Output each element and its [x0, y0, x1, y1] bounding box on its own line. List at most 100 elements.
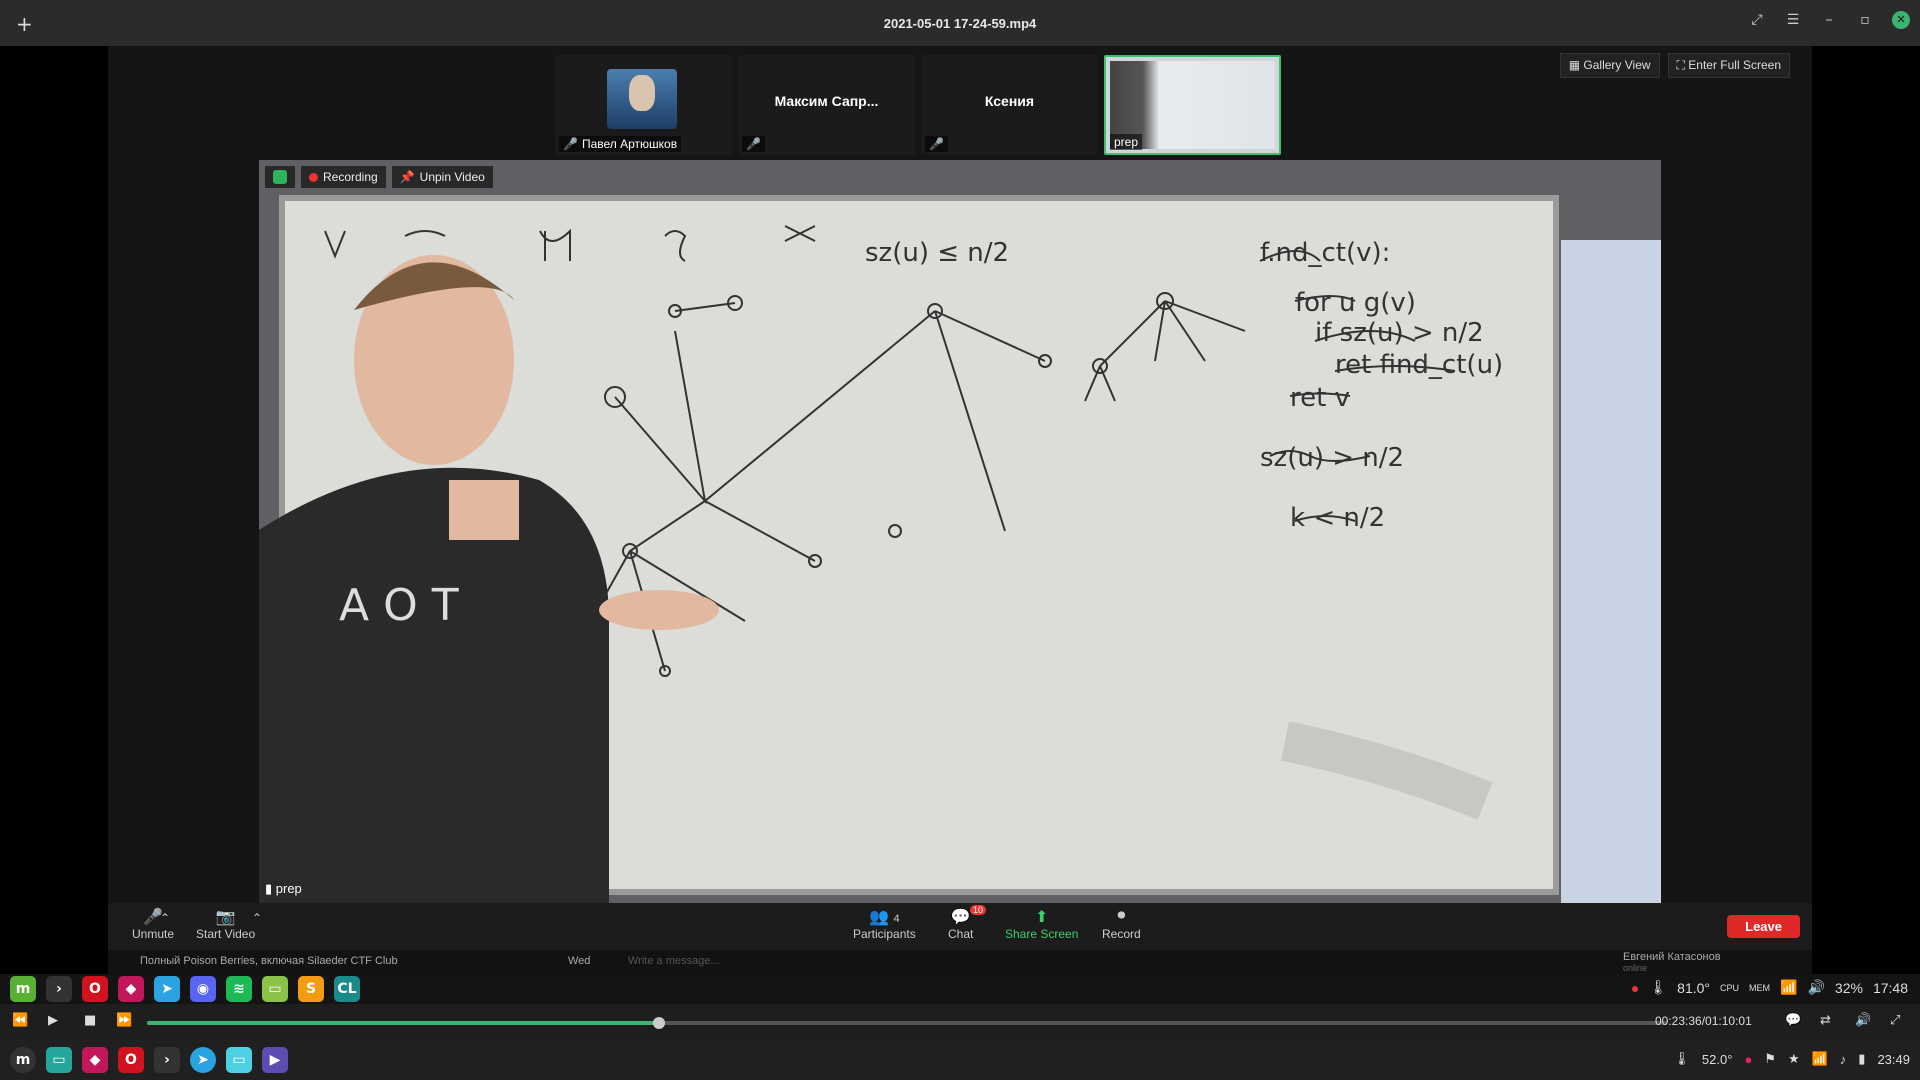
video-off-icon: 📷	[215, 909, 236, 926]
fullscreen-icon: ⛶	[1676, 58, 1689, 72]
record-dot-icon	[309, 172, 318, 182]
sublime-icon[interactable]: S	[298, 976, 324, 1002]
record-icon: ⏺	[1117, 907, 1126, 924]
mem-monitor[interactable]: MEM	[1749, 983, 1770, 993]
maximize-icon[interactable]: ▫	[1856, 12, 1874, 28]
start-video-button[interactable]: 📷 Start Video	[196, 907, 255, 941]
subtitles-icon[interactable]: 💬	[1785, 1013, 1801, 1028]
presenter: A O T	[259, 255, 719, 903]
participant-name: Максим Сапр...	[774, 93, 879, 109]
wall	[1561, 240, 1661, 903]
participant-tile[interactable]: Максим Сапр... 🎤	[738, 55, 915, 155]
svg-text:k < n/2: k < n/2	[1290, 503, 1385, 533]
view-buttons: ▦ Gallery View ⛶ Enter Full Screen	[1559, 53, 1790, 78]
star-icon[interactable]: ★	[1788, 1051, 1800, 1067]
close-icon[interactable]: ✕	[1892, 11, 1910, 29]
temperature-icon: 🌡	[1673, 1051, 1690, 1066]
gallery-view-button[interactable]: ▦ Gallery View	[1559, 53, 1660, 78]
battery-value[interactable]: 32%	[1835, 980, 1863, 996]
pin-icon: 📌	[399, 170, 415, 184]
window-titlebar: + 2021-05-01 17-24-59.mp4 ⤢ ☰ – ▫ ✕	[0, 0, 1920, 46]
flag-icon[interactable]: ⚑	[1764, 1051, 1776, 1067]
opera-icon[interactable]: O	[118, 1047, 144, 1073]
seek-bar[interactable]	[147, 1017, 1667, 1029]
grid-icon: ▦	[1568, 58, 1584, 72]
music-icon[interactable]: ♪	[1840, 1052, 1847, 1067]
mint-menu-icon[interactable]: m	[10, 976, 36, 1002]
rewind-icon[interactable]: ⏪	[12, 1013, 28, 1028]
volume-icon[interactable]: 🔊	[1855, 1013, 1871, 1028]
play-icon[interactable]: ▶	[48, 1013, 58, 1028]
svg-text:if sz(u) > n/2: if sz(u) > n/2	[1315, 318, 1484, 348]
playback-time: 00:23:36/01:10:01	[1655, 1014, 1752, 1028]
media-player-bar: ⏪ ▶ ■ ⏩ 00:23:36/01:10:01 💬 ⇄ 🔊 ⤢	[0, 1004, 1920, 1040]
unpin-video-button[interactable]: 📌 Unpin Video	[391, 166, 493, 188]
contact-status: online	[1623, 963, 1648, 973]
terminal-icon[interactable]: ›	[154, 1047, 180, 1073]
seek-knob[interactable]	[653, 1017, 666, 1029]
folder-icon[interactable]: ▭	[226, 1047, 252, 1073]
telegram-icon[interactable]: ➤	[190, 1047, 216, 1073]
window-title: 2021-05-01 17-24-59.mp4	[883, 15, 1037, 31]
svg-text:f.nd_ct(v):: f.nd_ct(v):	[1260, 238, 1390, 268]
temperature-value: 52.0°	[1701, 1051, 1733, 1067]
files-icon[interactable]: ▭	[262, 976, 288, 1002]
menu-icon[interactable]: ☰	[1784, 12, 1802, 28]
share-screen-button[interactable]: ⬆ Share Screen	[1005, 907, 1078, 941]
location-icon[interactable]: ●	[1631, 980, 1639, 996]
telegram-icon[interactable]: ➤	[154, 976, 180, 1002]
svg-text:sz(u) ≤ n/2: sz(u) ≤ n/2	[865, 238, 1009, 268]
new-tab-icon[interactable]: +	[16, 12, 33, 36]
participant-strip: 🎤 Павел Артюшков Максим Сапр... 🎤 Ксения …	[555, 55, 1281, 155]
security-shield[interactable]	[265, 166, 295, 188]
video-options-caret[interactable]: ⌃	[252, 911, 262, 925]
audio-options-caret[interactable]: ⌃	[160, 911, 170, 925]
recording-indicator[interactable]: Recording	[301, 166, 386, 188]
fast-forward-icon[interactable]: ⏩	[116, 1013, 132, 1028]
shuffle-icon[interactable]: ⇄	[1820, 1013, 1831, 1028]
message-input[interactable]: Write a message...	[628, 955, 720, 967]
mic-muted-icon: 🎤	[746, 137, 761, 151]
participant-tile[interactable]: 🎤 Павел Артюшков	[555, 55, 732, 155]
speaker-label: ▮ prep	[265, 881, 302, 896]
jetbrains-icon[interactable]: ◆	[82, 1047, 108, 1073]
mic-muted-icon: 🎤	[929, 137, 944, 151]
participant-tile-active[interactable]: prep	[1104, 55, 1281, 155]
clock[interactable]: 17:48	[1873, 980, 1908, 996]
temperature-value: 81.0°	[1677, 979, 1711, 996]
record-button[interactable]: ⏺ Record	[1102, 907, 1141, 941]
stop-icon[interactable]: ■	[84, 1013, 96, 1028]
svg-text:for u g(v): for u g(v)	[1295, 288, 1416, 318]
network-icon[interactable]: 📶	[1780, 979, 1797, 996]
participant-name: prep	[1114, 135, 1139, 149]
participant-tile[interactable]: Ксения 🎤	[921, 55, 1098, 155]
bottom-taskbar: m ▭ ◆ O › ➤ ▭ ▶ 🌡 52.0° ● ⚑ ★ 📶 ♪ ▮ 23:4…	[0, 1040, 1920, 1080]
enter-full-screen-button[interactable]: ⛶ Enter Full Screen	[1667, 53, 1790, 78]
minimize-icon[interactable]: –	[1820, 12, 1838, 28]
jetbrains-icon[interactable]: ◆	[118, 976, 144, 1002]
wifi-icon[interactable]: 📶	[1812, 1051, 1828, 1067]
mint-menu-icon[interactable]: m	[10, 1047, 36, 1073]
discord-icon[interactable]: ◉	[190, 976, 216, 1002]
clion-icon[interactable]: CL	[334, 976, 360, 1002]
participants-button[interactable]: 👥 4 Participants	[853, 907, 916, 941]
chat-badge: 10	[970, 905, 987, 915]
seek-bar-fill	[147, 1021, 660, 1025]
clock[interactable]: 23:49	[1877, 1052, 1910, 1067]
meeting-info-bar: Recording 📌 Unpin Video	[265, 166, 493, 188]
leave-button[interactable]: Leave	[1727, 915, 1800, 938]
media-player-icon[interactable]: ▶	[262, 1047, 288, 1073]
volume-icon[interactable]: 🔊	[1807, 979, 1824, 996]
share-screen-icon: ⬆	[1034, 909, 1049, 926]
terminal-icon[interactable]: ›	[46, 976, 72, 1002]
chat-button[interactable]: 💬 10 Chat	[948, 905, 987, 941]
cpu-monitor[interactable]: CPU	[1720, 983, 1739, 993]
location-icon[interactable]: ●	[1744, 1052, 1752, 1067]
main-video: f.nd_ct(v): for u g(v) if sz(u) > n/2 re…	[259, 160, 1661, 903]
battery-icon[interactable]: ▮	[1858, 1051, 1865, 1067]
fullscreen-icon[interactable]: ⤢	[1890, 1013, 1900, 1028]
spotify-icon[interactable]: ≋	[226, 976, 252, 1002]
opera-icon[interactable]: O	[82, 976, 108, 1002]
files-icon[interactable]: ▭	[46, 1047, 72, 1073]
expand-icon[interactable]: ⤢	[1748, 12, 1766, 28]
